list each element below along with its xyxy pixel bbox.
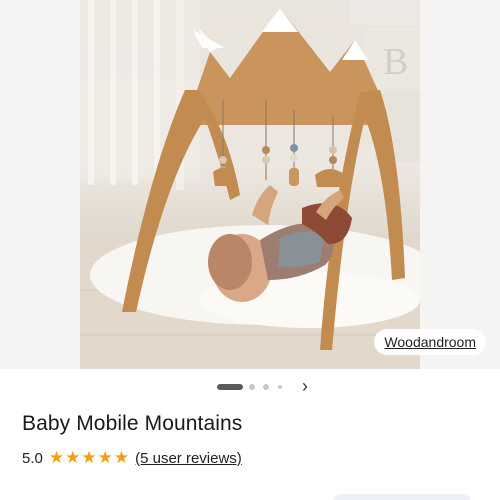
product-title: Baby Mobile Mountains bbox=[22, 412, 243, 435]
star-icon: ★ bbox=[65, 448, 81, 467]
carousel-indicator: › bbox=[0, 377, 500, 396]
product-photo[interactable]: B bbox=[80, 0, 420, 369]
star-rating: ★ ★ ★ ★ ★ bbox=[49, 449, 130, 467]
baby-play-gym-illustration: B bbox=[80, 0, 420, 369]
carousel-dot[interactable] bbox=[249, 384, 255, 390]
rating-row: 5.0 ★ ★ ★ ★ ★ (5 user reviews) bbox=[22, 448, 242, 468]
star-icon: ★ bbox=[97, 448, 113, 467]
star-icon: ★ bbox=[113, 448, 130, 467]
carousel-dot[interactable] bbox=[278, 385, 282, 389]
carousel-dot[interactable] bbox=[263, 384, 269, 390]
star-icon: ★ bbox=[48, 448, 65, 467]
product-image-carousel[interactable]: B Woodandroom bbox=[0, 0, 500, 369]
bottom-action-pill[interactable] bbox=[332, 494, 472, 500]
carousel-dot-active[interactable] bbox=[217, 384, 243, 390]
star-icon: ★ bbox=[81, 448, 97, 467]
chevron-right-icon[interactable]: › bbox=[302, 377, 318, 396]
reviews-link[interactable]: (5 user reviews) bbox=[135, 450, 242, 467]
rating-value: 5.0 bbox=[22, 449, 43, 467]
shop-name-link[interactable]: Woodandroom bbox=[374, 329, 486, 355]
svg-text:B: B bbox=[383, 41, 408, 83]
